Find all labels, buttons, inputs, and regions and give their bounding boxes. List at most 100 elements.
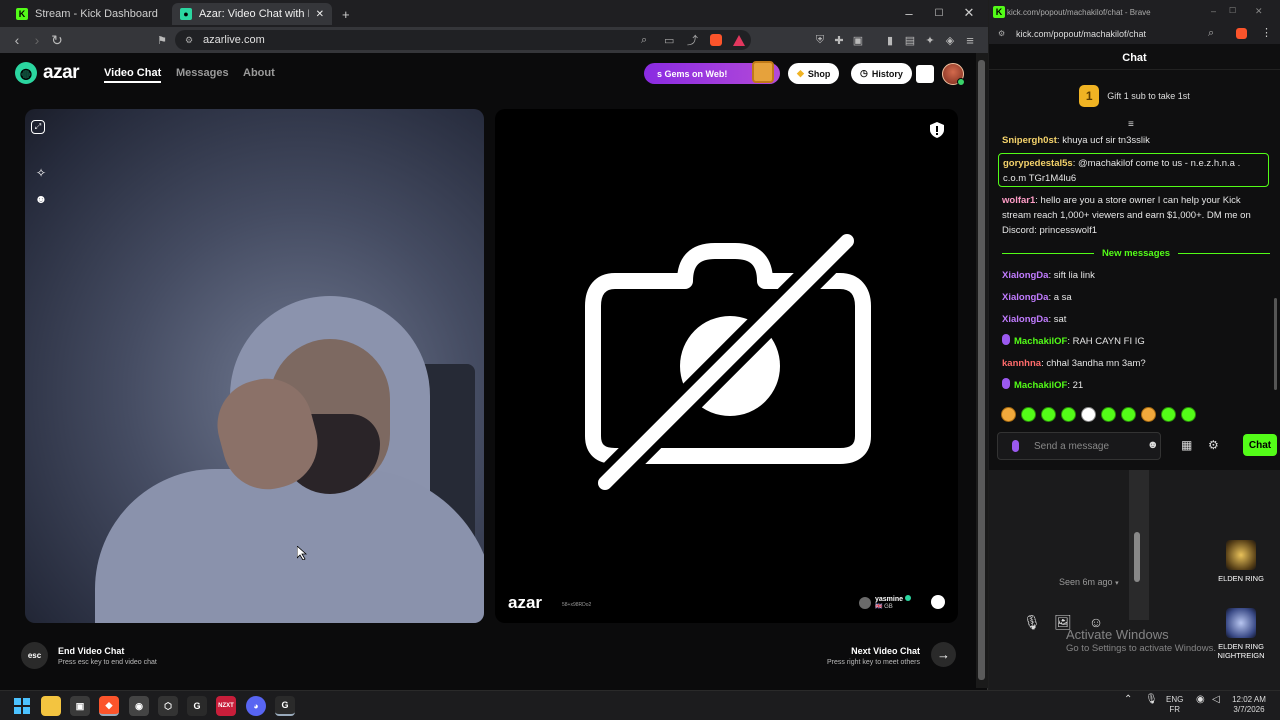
start-menu-icon[interactable] [12, 696, 32, 716]
site-info-icon[interactable]: ⚙ [185, 35, 193, 46]
maximize-button[interactable]: ☐ [924, 4, 954, 22]
wallet-icon[interactable]: ▤ [902, 32, 918, 48]
next-video-chat[interactable]: Next Video Chat Press right key to meet … [820, 646, 920, 666]
tray-mic-icon[interactable]: 🎙 [1145, 695, 1158, 705]
page-scrollbar-thumb[interactable] [978, 60, 985, 680]
emote-icon[interactable] [1161, 407, 1176, 422]
expand-icon[interactable]: ⤢ [31, 120, 45, 134]
vpn-icon[interactable]: ⛨ [812, 32, 828, 48]
next-arrow-button[interactable]: → [931, 642, 956, 667]
bookmark-icon[interactable]: ⚑ [153, 31, 171, 49]
gift-shop-icon[interactable]: ▦ [1181, 438, 1192, 452]
sticker-icon[interactable]: ☻ [31, 189, 51, 209]
shop-button[interactable]: ◆ Shop [788, 63, 840, 84]
history-button[interactable]: ◷ History [851, 63, 912, 84]
screenshot-icon[interactable]: ▣ [850, 32, 866, 48]
cast-icon[interactable]: ▭ [664, 34, 674, 47]
brave-browser-icon[interactable]: ◆ [99, 696, 119, 716]
minimize-button[interactable]: – [894, 4, 924, 22]
minimize-button[interactable]: – [1211, 6, 1216, 16]
g-app-icon[interactable]: G [187, 696, 207, 716]
shield-icon[interactable]: ◈ [942, 32, 958, 48]
obs-icon[interactable]: ◉ [129, 696, 149, 716]
emote-icon[interactable] [1101, 407, 1116, 422]
emote-icon[interactable] [1021, 407, 1036, 422]
close-window-button[interactable]: ✕ [954, 4, 984, 22]
report-shield-icon[interactable] [927, 120, 947, 140]
new-tab-button[interactable]: + [338, 3, 358, 25]
chat-scrollbar[interactable] [1274, 298, 1277, 390]
desktop-shortcut-nightreign[interactable]: ELDEN RING NIGHTREIGN [1217, 608, 1265, 660]
volume-icon[interactable]: ◁ [1212, 695, 1220, 705]
emote-icon[interactable] [1141, 407, 1156, 422]
close-window-button[interactable]: ✕ [1255, 6, 1263, 17]
chat-username[interactable]: gorypedestal5s [1003, 158, 1073, 169]
emote-icon[interactable] [1061, 407, 1076, 422]
chat-bubble-icon[interactable] [931, 595, 945, 609]
brave-shield-icon[interactable] [710, 34, 722, 46]
zoom-icon[interactable]: ⌕ [641, 34, 647, 47]
brave-shield-icon[interactable] [1236, 28, 1247, 39]
emote-icon[interactable] [1081, 407, 1096, 422]
address-bar[interactable]: ⚙ azarlive.com ⌕ ▭ ⤴ [175, 30, 751, 50]
zoom-icon[interactable]: ⌕ [1208, 27, 1214, 40]
site-info-icon[interactable]: ⚙ [998, 29, 1005, 38]
steam-icon[interactable]: ⬡ [158, 696, 178, 716]
close-tab-icon[interactable]: ✕ [316, 9, 324, 20]
settings-gear-icon[interactable]: ⚙ [1208, 438, 1219, 452]
reload-icon[interactable]: ↻ [48, 31, 66, 49]
emote-icon[interactable] [1121, 407, 1136, 422]
language-indicator[interactable]: ENG FR [1166, 695, 1183, 715]
menu-icon[interactable]: ⋮ [1261, 26, 1272, 39]
emote-icon[interactable] [1041, 407, 1056, 422]
brave-rewards-icon[interactable] [733, 34, 745, 46]
chat-username[interactable]: XialongDa [1002, 270, 1048, 281]
emoji-picker-icon[interactable]: ☻ [1147, 439, 1159, 451]
gift-sub-banner[interactable]: 1 Gift 1 sub to take 1st [989, 82, 1280, 110]
nzxt-icon[interactable]: NZXT [216, 696, 236, 716]
nav-video-chat[interactable]: Video Chat [104, 67, 162, 83]
inventory-icon[interactable] [916, 65, 934, 83]
chat-username[interactable]: Snipergh0st [1002, 135, 1057, 146]
nav-messages[interactable]: Messages [176, 67, 229, 79]
chat-username[interactable]: kannhna [1002, 358, 1041, 369]
chat-username[interactable]: MachakilOF [1014, 380, 1067, 391]
azar-logo[interactable]: ◍ azar [15, 62, 80, 84]
g-app-icon-2[interactable]: G [275, 696, 295, 716]
extensions-icon[interactable]: ✚ [831, 32, 847, 48]
back-icon[interactable]: ‹ [8, 31, 26, 49]
nav-about[interactable]: About [243, 67, 275, 79]
menu-icon[interactable]: ≡ [962, 32, 978, 48]
share-icon[interactable]: ⤴ [687, 32, 698, 48]
chat-username[interactable]: wolfar1 [1002, 195, 1035, 206]
tab-kick-dashboard[interactable]: K Stream - Kick Dashboard [8, 3, 168, 25]
tab-azar[interactable]: ● Azar: Video Chat with New Pe ✕ [172, 3, 332, 25]
chat-username[interactable]: MachakilOF [1014, 336, 1067, 347]
bg-scrollbar-thumb[interactable] [1134, 532, 1140, 582]
chat-send-button[interactable]: Chat [1243, 434, 1277, 456]
end-video-chat[interactable]: End Video Chat Press esc key to end vide… [58, 646, 157, 666]
clock[interactable]: 12:02 AM 3/7/2026 [1230, 695, 1268, 715]
file-explorer-icon[interactable] [41, 696, 61, 716]
chat-username[interactable]: XialongDa [1002, 314, 1048, 325]
maximize-button[interactable]: ☐ [1229, 6, 1236, 15]
wifi-icon[interactable]: ◉ [1196, 695, 1205, 705]
sidebar-icon[interactable]: ▮ [882, 32, 898, 48]
esc-key-button[interactable]: esc [21, 642, 48, 669]
microphone-icon[interactable]: 🎙 [1023, 613, 1041, 631]
emote-icon[interactable] [1001, 407, 1016, 422]
partner-info[interactable]: yasmine 🇬🇧 GB [859, 595, 912, 611]
forward-icon[interactable]: › [28, 31, 46, 49]
user-avatar[interactable] [942, 63, 965, 86]
leo-ai-icon[interactable]: ✦ [922, 32, 938, 48]
chat-message-input[interactable]: Send a message ☻ [997, 432, 1161, 460]
pinned-toggle-icon[interactable]: ≡ [1128, 119, 1134, 130]
emote-icon[interactable] [1181, 407, 1196, 422]
chat-address-bar[interactable]: ⚙ kick.com/popout/machakilof/chat ⌕ ⋮ [989, 24, 1280, 44]
chat-username[interactable]: XialongDa [1002, 292, 1048, 303]
store-icon[interactable]: ▣ [70, 696, 90, 716]
discord-icon[interactable]: ◕ [246, 696, 266, 716]
tray-overflow-icon[interactable]: ⌃ [1124, 695, 1132, 705]
desktop-shortcut-elden-ring[interactable]: ELDEN RING [1217, 540, 1265, 583]
gems-promo-button[interactable]: s Gems on Web! [644, 61, 780, 84]
